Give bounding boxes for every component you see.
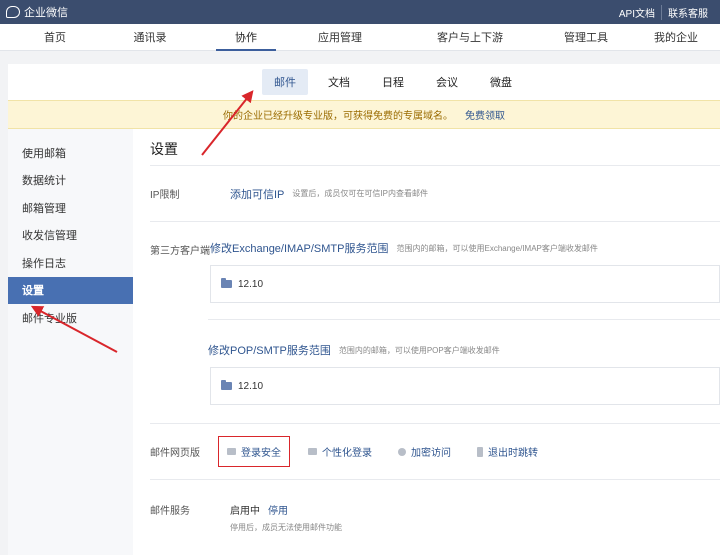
nav-contacts[interactable]: 通讯录 [110, 24, 190, 50]
shirt-icon [308, 448, 317, 455]
add-trusted-ip-link[interactable]: 添加可信IP [230, 186, 284, 202]
ip-label: IP限制 [150, 190, 180, 201]
sub-nav: 邮件 文档 日程 会议 微盘 [8, 64, 720, 100]
top-bar: 企业微信 API文档 联系客服 [0, 0, 720, 24]
logout-redirect-label: 退出时跳转 [488, 448, 538, 459]
nav-app-management[interactable]: 应用管理 [300, 24, 380, 50]
nav-home[interactable]: 首页 [0, 24, 110, 50]
third-party-label: 第三方客户端 [150, 246, 210, 257]
subnav-drive[interactable]: 微盘 [478, 69, 524, 95]
nav-my-enterprise[interactable]: 我的企业 [646, 24, 706, 50]
notice-text: 你的企业已经升级专业版，可获得免费的专属域名。 [223, 111, 453, 122]
service-hint: 停用后，成员无法使用邮件功能 [230, 523, 342, 532]
sidebar-item-logs[interactable]: 操作日志 [8, 249, 133, 277]
subnav-calendar[interactable]: 日程 [370, 69, 416, 95]
login-security-label: 登录安全 [241, 448, 281, 459]
main-nav: 首页 通讯录 协作 应用管理 客户与上下游 管理工具 我的企业 [0, 24, 720, 51]
custom-login-label: 个性化登录 [322, 448, 372, 459]
custom-login-tab[interactable]: 个性化登录 [308, 444, 372, 459]
upgrade-notice: 你的企业已经升级专业版，可获得免费的专属域名。 免费领取 [8, 100, 720, 129]
service-status: 启用中 [230, 506, 260, 517]
disable-service-link[interactable]: 停用 [268, 502, 288, 517]
api-docs-link[interactable]: API文档 [613, 5, 661, 20]
pop-scope-box[interactable]: 12.10 [210, 367, 720, 405]
exchange-hint: 范围内的邮箱，可以使用Exchange/IMAP客户端收发邮件 [396, 243, 598, 253]
sidebar-item-pro[interactable]: 邮件专业版 [8, 304, 133, 332]
folder-icon [221, 380, 232, 390]
exchange-folder-name: 12.10 [238, 278, 264, 290]
sidebar-item-mail-flow[interactable]: 收发信管理 [8, 222, 133, 250]
wecom-logo-icon [6, 6, 20, 18]
sidebar-item-statistics[interactable]: 数据统计 [8, 167, 133, 195]
ip-hint: 设置后，成员仅可在可信IP内查看邮件 [292, 189, 428, 198]
brand-name: 企业微信 [24, 7, 68, 19]
notice-claim-link[interactable]: 免费领取 [465, 107, 505, 122]
subnav-meeting[interactable]: 会议 [424, 69, 470, 95]
page-title: 设置 [150, 129, 720, 166]
mail-service-row: 邮件服务 启用中 停用 停用后，成员无法使用邮件功能 [150, 480, 720, 540]
third-party-row: 第三方客户端 修改Exchange/IMAP/SMTP服务范围 范围内的邮箱，可… [150, 222, 720, 424]
subnav-mail[interactable]: 邮件 [262, 69, 308, 95]
main-panel: 邮件 文档 日程 会议 微盘 你的企业已经升级专业版，可获得免费的专属域名。 免… [8, 64, 720, 555]
contact-support-link[interactable]: 联系客服 [661, 4, 714, 20]
door-icon [477, 446, 483, 457]
nav-tools[interactable]: 管理工具 [546, 24, 626, 50]
nav-collaboration[interactable]: 协作 [216, 24, 276, 51]
web-mail-row: 邮件网页版 登录安全 个性化登录 加密访问 退出时跳转 [150, 424, 720, 480]
top-links: API文档 联系客服 [613, 4, 714, 20]
sidebar-item-settings[interactable]: 设置 [8, 276, 133, 304]
settings-content: 设置 IP限制 添加可信IP 设置后，成员仅可在可信IP内查看邮件 第三方客户端… [133, 129, 720, 555]
ip-restriction-row: IP限制 添加可信IP 设置后，成员仅可在可信IP内查看邮件 [150, 166, 720, 222]
exchange-scope-link[interactable]: 修改Exchange/IMAP/SMTP服务范围 [210, 240, 389, 256]
folder-icon [221, 278, 232, 288]
sidebar-item-use-mailbox[interactable]: 使用邮箱 [8, 139, 133, 167]
encrypted-access-tab[interactable]: 加密访问 [398, 444, 451, 459]
sidebar: 使用邮箱 数据统计 邮箱管理 收发信管理 操作日志 设置 邮件专业版 [8, 129, 133, 555]
pop-folder-name: 12.10 [238, 380, 264, 392]
mail-icon [227, 448, 236, 455]
login-security-tab[interactable]: 登录安全 [218, 436, 290, 467]
logout-redirect-tab[interactable]: 退出时跳转 [477, 444, 538, 459]
subnav-docs[interactable]: 文档 [316, 69, 362, 95]
sidebar-item-mailbox-management[interactable]: 邮箱管理 [8, 194, 133, 222]
brand[interactable]: 企业微信 [6, 4, 68, 20]
shield-icon [398, 447, 406, 456]
nav-customers[interactable]: 客户与上下游 [420, 24, 520, 50]
exchange-scope-box[interactable]: 12.10 [210, 265, 720, 303]
service-label: 邮件服务 [150, 506, 190, 517]
pop-scope-link[interactable]: 修改POP/SMTP服务范围 [208, 342, 331, 358]
pop-hint: 范围内的邮箱，可以使用POP客户端收发邮件 [338, 345, 500, 355]
encrypted-access-label: 加密访问 [411, 448, 451, 459]
